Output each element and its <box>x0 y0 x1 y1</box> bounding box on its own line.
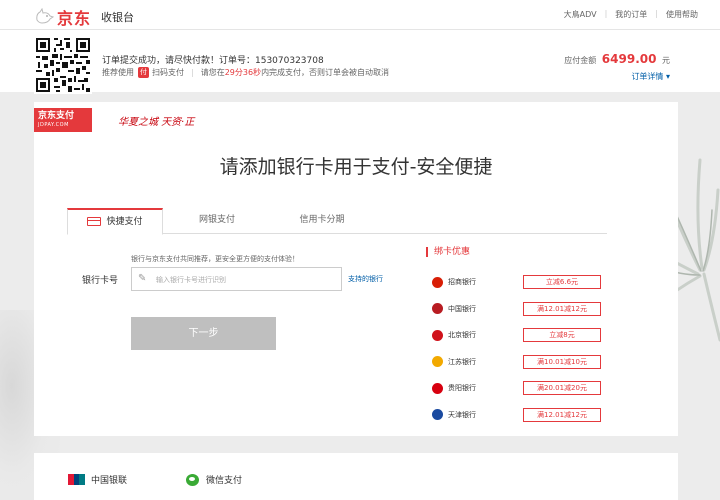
cmb-bank-icon <box>432 276 443 288</box>
gyb-bank-icon <box>432 382 443 394</box>
bank-name: 江苏银行 <box>448 357 476 366</box>
user-link[interactable]: 大鳥ADV <box>556 9 605 20</box>
boc-bank-icon <box>432 303 443 315</box>
bank-name: 贵阳银行 <box>448 384 476 393</box>
jdpay-badge-en: JDPAY.COM <box>38 122 69 128</box>
scan-pay-icon: 付 <box>138 67 149 78</box>
qr-code-icon[interactable] <box>34 36 92 94</box>
currency-label: 元 <box>662 56 670 65</box>
brand-name: 京东 <box>57 9 92 28</box>
supported-banks-link[interactable]: 支持的银行 <box>348 274 383 284</box>
panel-title: 请添加银行卡用于支付-安全便捷 <box>219 156 493 178</box>
order-subline: 推荐使用 付 扫码支付 | 请您在 29分36秒 内完成支付，否则订单会被自动取… <box>102 67 389 78</box>
bank-name: 招商银行 <box>448 278 476 287</box>
slogan: 华夏之城 天资·正 <box>118 117 195 128</box>
timer-prefix: 请您在 <box>200 68 225 77</box>
promo-tag[interactable]: 立减6.6元 <box>523 275 601 290</box>
wechat-icon <box>186 473 199 486</box>
payment-options-panel: 中国银联 微信支付 <box>34 453 678 500</box>
recommend-hint: 银行与京东支付共同推荐，更安全更方便的支付体验！ <box>131 255 299 263</box>
payment-panel: 京东支付 JDPAY.COM 华夏之城 天资·正 请添加银行卡用于支付-安全便捷… <box>34 102 678 436</box>
order-message: 订单提交成功，请尽快付款！订单号：153070323708 <box>102 56 324 66</box>
tab-label: 快捷支付 <box>106 217 143 227</box>
payment-tabs: 快捷支付 网银支付 信用卡分期 <box>67 208 607 235</box>
promo-tag[interactable]: 满20.01减20元 <box>523 381 601 396</box>
unionpay-icon <box>68 474 86 485</box>
amount-area: 应付金额 6499.00 元 订单详情 ▾ <box>564 52 670 82</box>
amount-label: 应付金额 <box>564 56 597 65</box>
bank-name: 中国银行 <box>448 304 476 313</box>
promotions-title: 绑卡优惠 <box>426 247 470 257</box>
jdpay-badge: 京东支付 JDPAY.COM <box>34 108 92 132</box>
order-detail-link[interactable]: 订单详情 ▾ <box>631 71 670 82</box>
card-number-input[interactable]: ✎ 输入银行卡号进行识别 <box>131 267 342 291</box>
countdown-timer: 29分36秒 <box>224 68 262 77</box>
pencil-icon: ✎ <box>138 273 147 284</box>
bank-name: 北京银行 <box>448 331 476 340</box>
wechat-pay-label: 微信支付 <box>206 476 243 486</box>
help-link[interactable]: 使用帮助 <box>658 9 706 20</box>
order-bar: 订单提交成功，请尽快付款！订单号：153070323708 推荐使用 付 扫码支… <box>0 30 720 94</box>
jsb-bank-icon <box>432 356 443 368</box>
card-icon <box>87 217 102 226</box>
bank-row-gyb[interactable]: 贵阳银行 满20.01减20元 <box>426 375 608 402</box>
tab-label: 网银支付 <box>198 215 235 225</box>
promo-tag[interactable]: 立减8元 <box>523 328 601 343</box>
unionpay-option[interactable]: 中国银联 <box>68 473 127 486</box>
bank-row-cmb[interactable]: 招商银行 立减6.6元 <box>426 269 608 296</box>
tab-label: 信用卡分期 <box>299 215 345 225</box>
tjb-bank-icon <box>432 409 443 421</box>
amount-row: 应付金额 6499.00 元 <box>564 52 670 66</box>
tab-online-banking[interactable]: 网银支付 <box>177 208 257 234</box>
bank-row-jsb[interactable]: 江苏银行 满10.01减10元 <box>426 349 608 376</box>
jd-dog-icon <box>36 8 54 24</box>
promo-tag[interactable]: 满10.01减10元 <box>523 354 601 369</box>
tab-quick-pay[interactable]: 快捷支付 <box>67 208 163 235</box>
jdpay-badge-cn: 京东支付 <box>38 111 75 121</box>
my-orders-link[interactable]: 我的订单 <box>607 9 655 20</box>
bank-row-boc[interactable]: 中国银行 满12.01减12元 <box>426 296 608 323</box>
bank-promotions-list: 招商银行 立减6.6元 中国银行 满12.01减12元 北京银行 立减8元 江苏… <box>426 269 608 428</box>
top-links: 大鳥ADV | 我的订单 | 使用帮助 <box>556 9 706 20</box>
cashier-title: 收银台 <box>101 11 135 24</box>
divider: | <box>191 68 194 77</box>
timer-suffix: 内完成支付，否则订单会被自动取消 <box>261 68 390 77</box>
top-header: 京东 收银台 大鳥ADV | 我的订单 | 使用帮助 <box>0 0 720 30</box>
promo-tag[interactable]: 满12.01减12元 <box>523 301 601 316</box>
jd-logo[interactable]: 京东 收银台 <box>34 5 134 29</box>
scan-pay-link[interactable]: 扫码支付 <box>152 67 184 78</box>
tab-credit-installment[interactable]: 信用卡分期 <box>277 208 367 234</box>
promo-tag[interactable]: 满12.01减12元 <box>523 407 601 422</box>
card-number-placeholder: 输入银行卡号进行识别 <box>156 276 226 284</box>
amount-value: 6499.00 <box>601 52 657 66</box>
next-step-button[interactable]: 下一步 <box>131 317 276 350</box>
recommend-label: 推荐使用 <box>102 68 134 77</box>
bob-bank-icon <box>432 329 443 341</box>
wechat-pay-option[interactable]: 微信支付 <box>186 473 242 486</box>
unionpay-label: 中国银联 <box>91 476 128 486</box>
bank-name: 天津银行 <box>448 410 476 419</box>
bank-row-bob[interactable]: 北京银行 立减8元 <box>426 322 608 349</box>
bank-row-tjb[interactable]: 天津银行 满12.01减12元 <box>426 402 608 429</box>
card-number-label: 银行卡号 <box>82 276 119 286</box>
